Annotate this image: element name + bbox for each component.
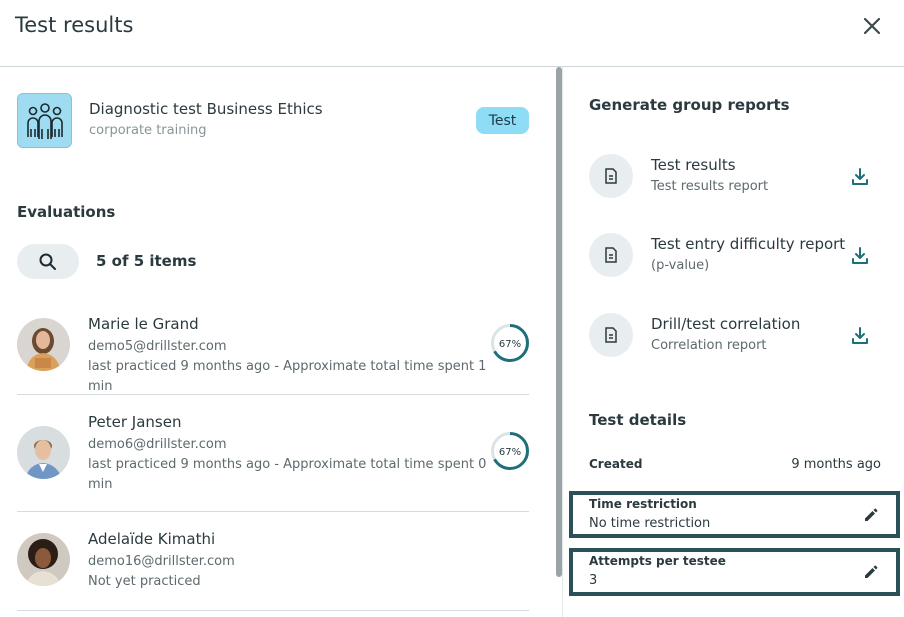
person-activity: last practiced 9 months ago - Approximat… — [88, 359, 487, 394]
items-count: 5 of 5 items — [96, 252, 197, 270]
created-label: Created — [589, 457, 643, 471]
report-item: Drill/test correlation Correlation repor… — [589, 313, 879, 361]
search-icon[interactable] — [38, 252, 58, 272]
document-icon — [605, 168, 617, 184]
team-icon — [26, 102, 63, 139]
document-icon-circle — [589, 313, 633, 357]
course-logo — [17, 93, 72, 148]
report-description: Test results report — [651, 179, 769, 194]
course-subtitle: corporate training — [89, 123, 207, 138]
download-icon[interactable] — [850, 326, 870, 346]
document-icon — [605, 247, 617, 263]
dialog-title: Test results — [15, 13, 134, 37]
edit-attempts-button[interactable] — [860, 561, 882, 583]
person-activity: last practiced 9 months ago - Approximat… — [88, 457, 487, 492]
person-name: Marie le Grand — [88, 315, 199, 333]
evaluations-title: Evaluations — [17, 203, 116, 221]
row-divider — [17, 511, 529, 512]
person-email: demo5@drillster.com — [88, 339, 227, 354]
test-details-title: Test details — [589, 411, 687, 429]
progress-label: 67% — [499, 339, 521, 350]
progress-ring: 67% — [491, 324, 529, 362]
download-button[interactable] — [847, 164, 873, 190]
document-icon-circle — [589, 154, 633, 198]
report-item: Test entry difficulty report (p-value) — [589, 233, 879, 281]
pencil-icon[interactable] — [863, 564, 879, 580]
download-icon[interactable] — [850, 246, 870, 266]
type-badge: Test — [476, 107, 529, 134]
person-name: Adelaïde Kimathi — [88, 530, 216, 548]
person-name: Peter Jansen — [88, 413, 182, 431]
person-email: demo6@drillster.com — [88, 437, 227, 452]
avatar — [17, 533, 70, 586]
created-value: 9 months ago — [791, 457, 881, 472]
person-email: demo16@drillster.com — [88, 554, 235, 569]
course-title: Diagnostic test Business Ethics — [89, 100, 323, 118]
close-button[interactable] — [858, 12, 886, 40]
download-button[interactable] — [847, 323, 873, 349]
report-description: Correlation report — [651, 338, 767, 353]
close-icon[interactable] — [863, 17, 881, 35]
right-panel: Generate group reports Test results Test… — [563, 67, 904, 617]
row-divider — [17, 610, 529, 611]
document-icon-circle — [589, 233, 633, 277]
group-reports-title: Generate group reports — [589, 96, 790, 114]
time-restriction-label: Time restriction — [589, 497, 697, 511]
search-button[interactable] — [17, 244, 79, 279]
report-name: Drill/test correlation — [651, 315, 801, 333]
report-item: Test results Test results report — [589, 154, 879, 202]
time-restriction-value: No time restriction — [589, 516, 711, 531]
edit-time-restriction-button[interactable] — [860, 504, 882, 526]
person-activity: Not yet practiced — [88, 574, 201, 589]
document-icon — [605, 327, 617, 343]
progress-ring: 67% — [491, 432, 529, 470]
avatar — [17, 426, 70, 479]
progress-label: 67% — [499, 447, 521, 458]
attempts-label: Attempts per testee — [589, 554, 726, 568]
download-button[interactable] — [847, 243, 873, 269]
left-panel: Diagnostic test Business Ethics corporat… — [0, 67, 556, 617]
report-description: (p-value) — [651, 258, 710, 273]
row-divider — [17, 394, 529, 395]
report-name: Test results — [651, 156, 736, 174]
dialog-header: Test results — [0, 0, 904, 67]
report-name: Test entry difficulty report — [651, 235, 846, 253]
pencil-icon[interactable] — [863, 507, 879, 523]
time-restriction-box: Time restriction No time restriction — [569, 491, 900, 538]
attempts-box: Attempts per testee 3 — [569, 548, 900, 596]
avatar — [17, 318, 70, 371]
attempts-value: 3 — [589, 573, 598, 588]
download-icon[interactable] — [850, 167, 870, 187]
